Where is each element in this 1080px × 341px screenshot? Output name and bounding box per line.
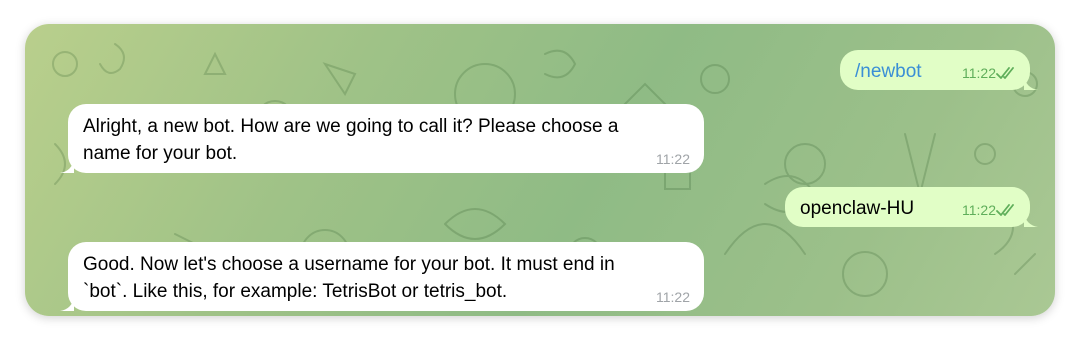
message-time: 11:22 <box>656 289 690 305</box>
message-time: 11:22 <box>962 202 996 218</box>
bubble-tail <box>60 159 74 173</box>
double-check-icon <box>996 204 1014 216</box>
incoming-message-name-prompt[interactable]: Alright, a new bot. How are we going to … <box>60 104 704 173</box>
message-text-line: Alright, a new bot. How are we going to … <box>83 116 619 137</box>
bubble-tail <box>60 297 74 311</box>
message-time: 11:22 <box>962 65 996 81</box>
message-time: 11:22 <box>656 151 690 167</box>
incoming-message-username-prompt[interactable]: Good. Now let's choose a username for yo… <box>60 242 704 311</box>
outgoing-message-newbot[interactable]: /newbot 11:22 <box>840 50 1038 90</box>
message-text-line: Good. Now let's choose a username for yo… <box>83 254 615 275</box>
message-text: openclaw-HU <box>800 198 915 219</box>
double-check-icon <box>996 67 1014 79</box>
bubble-tail <box>1024 213 1038 227</box>
bubble-tail <box>1024 76 1038 90</box>
command-link-newbot[interactable]: /newbot <box>855 61 922 82</box>
outgoing-message-openclaw[interactable]: openclaw-HU 11:22 <box>785 187 1038 227</box>
message-text-line: `bot`. Like this, for example: TetrisBot… <box>83 281 508 302</box>
chat-window: /newbot 11:22 Alright, a new bot. How ar… <box>25 24 1055 316</box>
message-text-line: name for your bot. <box>83 143 238 164</box>
